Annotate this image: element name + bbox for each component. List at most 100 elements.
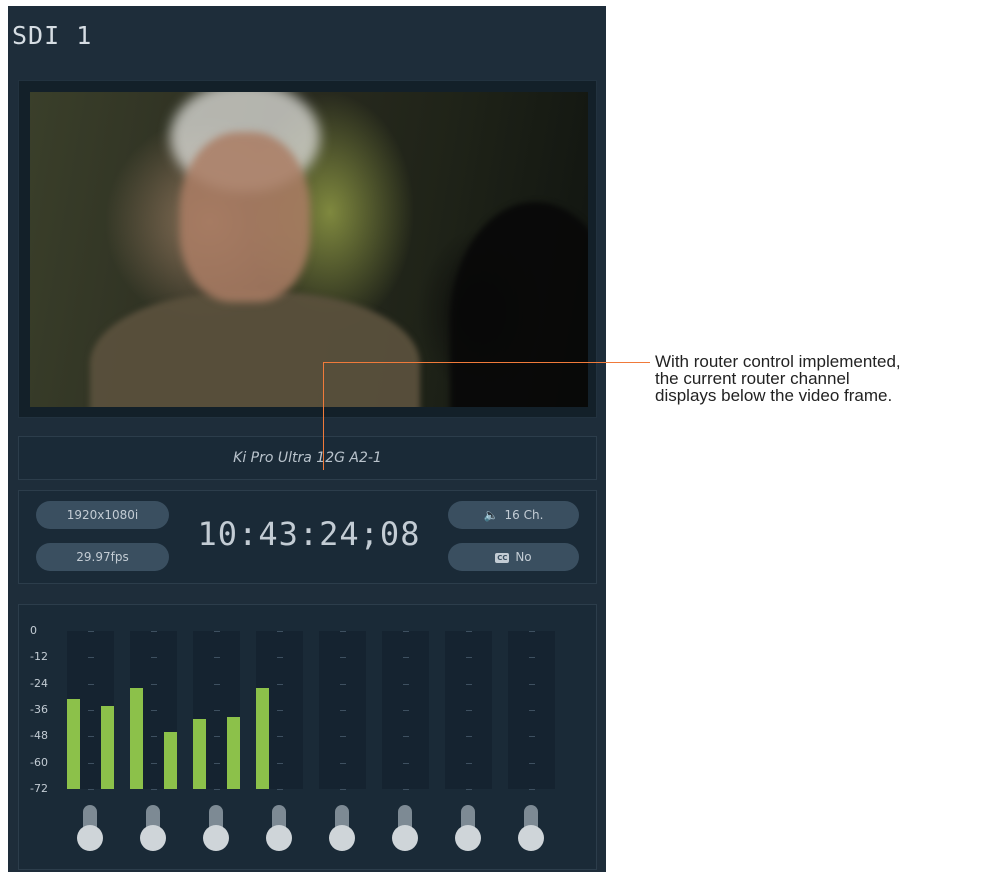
video-preview[interactable] (30, 92, 588, 407)
meter-tick (151, 710, 157, 711)
meter-tick (214, 657, 220, 659)
sdi-monitor-panel: SDI 1 Ki Pro Ultra 12G A2-1 1920x1080i 2… (8, 6, 606, 872)
cc-icon: CC (495, 553, 510, 563)
meter-tick (88, 736, 94, 738)
speaker-icon: 🔈 (483, 508, 499, 522)
meter-bar-right (227, 716, 240, 789)
meter-tick (529, 736, 535, 738)
meter-tick (340, 736, 346, 738)
meter-scale-label: -36 (30, 703, 48, 716)
fader-knob[interactable] (77, 825, 103, 851)
fader-knob[interactable] (455, 825, 481, 851)
meter-bar-left (130, 688, 143, 789)
meter-tick (466, 789, 472, 790)
callout-line-2: the current router channel (655, 369, 850, 388)
meter-track (445, 631, 492, 790)
meter-tick (340, 683, 346, 685)
callout-line-1: With router control implemented, (655, 352, 901, 371)
fader-knob[interactable] (518, 825, 544, 851)
audio-channels-label: 16 Ch. (504, 508, 544, 522)
meter-tick (214, 631, 220, 632)
meter-tick (403, 710, 409, 711)
fader-knob[interactable] (266, 825, 292, 851)
meter-tick (529, 683, 535, 685)
meter-tick (529, 762, 535, 764)
meter-tick (529, 631, 535, 632)
meter-tick (340, 789, 346, 790)
meter-tick (340, 710, 346, 711)
meter-tick (403, 657, 409, 659)
meter-tick (277, 710, 283, 711)
meter-scale-label: 0 (30, 624, 37, 637)
meter-tick (151, 762, 157, 764)
meter-tick (466, 736, 472, 738)
meter-tick (403, 789, 409, 790)
frame-rate-badge: 29.97fps (36, 543, 169, 571)
meter-tick (214, 683, 220, 685)
captions-badge: CC No (448, 543, 579, 571)
meter-scale-label: -60 (30, 755, 48, 769)
meter-track (256, 631, 303, 790)
meter-tick (340, 631, 346, 632)
meter-scale-label: -72 (30, 782, 48, 795)
meter-tick (88, 657, 94, 659)
fader-knob[interactable] (392, 825, 418, 851)
meter-tick (88, 789, 94, 790)
meter-tick (529, 710, 535, 711)
meter-tick (277, 683, 283, 685)
audio-meter-panel: 0 -12 -24 -36 -48 -60 -72 (18, 604, 597, 870)
meter-track (382, 631, 429, 790)
meter-tick (466, 657, 472, 659)
meter-tick (403, 736, 409, 738)
meter-tick (151, 736, 157, 738)
video-frame (18, 80, 597, 418)
meter-bar-left (67, 699, 80, 789)
meter-track (319, 631, 366, 790)
callout-line-vertical (323, 362, 324, 470)
resolution-badge: 1920x1080i (36, 501, 169, 529)
meter-scale-label: -48 (30, 729, 48, 743)
meter-tick (277, 631, 283, 632)
meter-tick (277, 789, 283, 790)
meter-tick (88, 683, 94, 685)
meter-tick (151, 657, 157, 659)
meter-tick (88, 631, 94, 632)
meter-scale-label: -24 (30, 676, 48, 690)
meter-tick (88, 762, 94, 764)
meter-tick (277, 657, 283, 659)
meter-bar-left (193, 718, 206, 789)
meter-track (130, 631, 177, 790)
captions-label: No (515, 550, 532, 564)
callout-text: With router control implemented, the cur… (655, 353, 994, 404)
meter-tick (466, 631, 472, 632)
meter-track (193, 631, 240, 790)
meter-tick (277, 736, 283, 738)
meter-scale-label: -12 (30, 650, 48, 664)
meter-tick (214, 710, 220, 711)
meter-tick (529, 789, 535, 790)
meter-bar-right (164, 731, 177, 789)
fader-knob[interactable] (329, 825, 355, 851)
meter-tick (403, 762, 409, 764)
meter-bar-left (256, 688, 269, 789)
meter-tick (151, 683, 157, 685)
video-second-figure (450, 202, 588, 407)
router-channel-label: Ki Pro Ultra 12G A2-1 (233, 450, 382, 466)
meter-tick (529, 657, 535, 659)
meter-tick (340, 657, 346, 659)
timecode-display: 10:43:24;08 (197, 515, 421, 553)
video-subject-jacket (90, 292, 420, 407)
meter-tick (151, 631, 157, 632)
fader-knob[interactable] (203, 825, 229, 851)
meter-tick (466, 762, 472, 764)
meter-tick (466, 710, 472, 711)
video-subject-face (180, 132, 310, 302)
audio-channels-badge: 🔈 16 Ch. (448, 501, 579, 529)
fader-knob[interactable] (140, 825, 166, 851)
meter-tick (214, 762, 220, 764)
router-channel-bar[interactable]: Ki Pro Ultra 12G A2-1 (18, 436, 597, 480)
meter-track (67, 631, 114, 790)
meter-tick (466, 683, 472, 685)
meter-track (508, 631, 555, 790)
meter-tick (277, 762, 283, 764)
